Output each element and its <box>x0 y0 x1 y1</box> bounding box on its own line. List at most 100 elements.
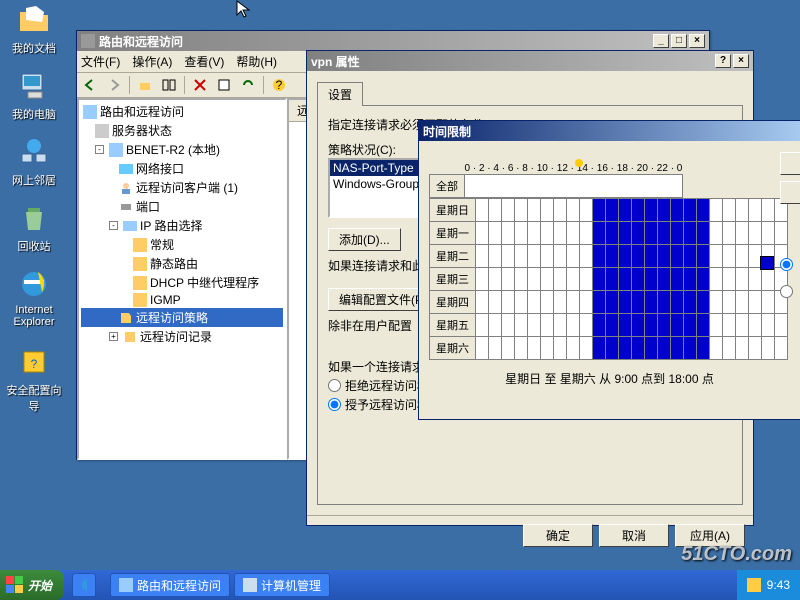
time-cell[interactable] <box>593 199 606 222</box>
time-cell[interactable] <box>723 222 736 245</box>
day-header[interactable]: 星期日 <box>430 199 476 222</box>
time-cell[interactable] <box>645 291 658 314</box>
radio-grant-input[interactable] <box>328 398 341 411</box>
time-cell[interactable] <box>554 245 567 268</box>
desktop-icon-network[interactable]: 网上邻居 <box>4 136 64 188</box>
time-cell[interactable] <box>476 199 489 222</box>
time-cell[interactable] <box>489 222 502 245</box>
time-titlebar[interactable]: 时间限制 <box>419 121 800 141</box>
time-cell[interactable] <box>762 268 775 291</box>
time-cell[interactable] <box>541 268 554 291</box>
time-cell[interactable] <box>476 222 489 245</box>
time-cell[interactable] <box>684 337 697 360</box>
time-cell[interactable] <box>658 291 671 314</box>
refresh-button[interactable] <box>237 75 259 95</box>
up-button[interactable] <box>134 75 156 95</box>
time-cell[interactable] <box>554 199 567 222</box>
time-cell[interactable] <box>697 268 710 291</box>
time-cell[interactable] <box>528 314 541 337</box>
delete-button[interactable] <box>189 75 211 95</box>
day-header[interactable]: 星期二 <box>430 245 476 268</box>
time-cell[interactable] <box>593 222 606 245</box>
time-cell[interactable] <box>762 222 775 245</box>
forward-button[interactable] <box>103 75 125 95</box>
time-cell[interactable] <box>554 337 567 360</box>
system-tray[interactable]: 9:43 <box>737 570 800 600</box>
minimize-button[interactable]: _ <box>653 34 669 48</box>
time-cell[interactable] <box>749 291 762 314</box>
day-header[interactable]: 星期四 <box>430 291 476 314</box>
time-cell[interactable] <box>645 314 658 337</box>
time-cell[interactable] <box>567 291 580 314</box>
time-cell[interactable] <box>502 291 515 314</box>
time-cell[interactable] <box>593 245 606 268</box>
time-cell[interactable] <box>632 268 645 291</box>
tree-static[interactable]: 静态路由 <box>81 254 283 273</box>
time-cell[interactable] <box>736 268 749 291</box>
desktop-icon-ie[interactable]: Internet Explorer <box>4 268 64 328</box>
maximize-button[interactable]: □ <box>671 34 687 48</box>
day-header[interactable]: 星期一 <box>430 222 476 245</box>
time-cell[interactable] <box>736 337 749 360</box>
time-cell[interactable] <box>541 337 554 360</box>
desktop-icon-mycomputer[interactable]: 我的电脑 <box>4 70 64 122</box>
time-cell[interactable] <box>697 199 710 222</box>
menu-view[interactable]: 查看(V) <box>184 53 224 70</box>
time-cell[interactable] <box>762 314 775 337</box>
tree-ports[interactable]: 端口 <box>81 197 283 216</box>
time-cell[interactable] <box>476 291 489 314</box>
time-cell[interactable] <box>580 245 593 268</box>
time-cell[interactable] <box>658 314 671 337</box>
time-cell[interactable] <box>736 291 749 314</box>
time-cell[interactable] <box>710 337 723 360</box>
time-cell[interactable] <box>619 291 632 314</box>
time-cell[interactable] <box>749 199 762 222</box>
time-cell[interactable] <box>528 268 541 291</box>
time-cell[interactable] <box>580 291 593 314</box>
time-cell[interactable] <box>684 222 697 245</box>
time-cell[interactable] <box>541 291 554 314</box>
time-cell[interactable] <box>775 222 788 245</box>
time-cell[interactable] <box>515 337 528 360</box>
time-cell[interactable] <box>515 199 528 222</box>
time-cell[interactable] <box>671 314 684 337</box>
expand-icon[interactable]: + <box>109 332 118 341</box>
desktop-icon-recycle[interactable]: 回收站 <box>4 202 64 254</box>
time-cell[interactable] <box>567 245 580 268</box>
time-cell[interactable] <box>736 245 749 268</box>
cancel-button-partial[interactable]: 取消 <box>780 181 800 204</box>
time-cell[interactable] <box>736 314 749 337</box>
rras-titlebar[interactable]: 路由和远程访问 _ □ × <box>77 31 709 51</box>
desktop-icon-scw[interactable]: ? 安全配置向导 <box>4 346 64 414</box>
time-cell[interactable] <box>658 245 671 268</box>
time-cell[interactable] <box>723 268 736 291</box>
time-cell[interactable] <box>528 337 541 360</box>
time-cell[interactable] <box>515 314 528 337</box>
time-cell[interactable] <box>645 337 658 360</box>
quicklaunch-ie[interactable] <box>72 573 96 597</box>
close-button[interactable]: × <box>689 34 705 48</box>
time-cell[interactable] <box>632 222 645 245</box>
time-cell[interactable] <box>632 291 645 314</box>
time-cell[interactable] <box>567 222 580 245</box>
time-cell[interactable] <box>567 199 580 222</box>
time-cell[interactable] <box>697 314 710 337</box>
time-cell[interactable] <box>606 268 619 291</box>
time-cell[interactable] <box>580 222 593 245</box>
time-cell[interactable] <box>606 222 619 245</box>
show-hide-button[interactable] <box>158 75 180 95</box>
time-cell[interactable] <box>580 314 593 337</box>
menu-action[interactable]: 操作(A) <box>132 53 172 70</box>
time-cell[interactable] <box>541 314 554 337</box>
back-button[interactable] <box>79 75 101 95</box>
tree-ip-routing[interactable]: -IP 路由选择 <box>81 216 283 235</box>
time-cell[interactable] <box>502 268 515 291</box>
time-cell[interactable] <box>658 337 671 360</box>
time-cell[interactable] <box>697 337 710 360</box>
time-cell[interactable] <box>593 268 606 291</box>
time-cell[interactable] <box>710 245 723 268</box>
time-cell[interactable] <box>541 222 554 245</box>
time-cell[interactable] <box>580 199 593 222</box>
desktop-icon-mydocs[interactable]: 我的文档 <box>4 4 64 56</box>
menu-help[interactable]: 帮助(H) <box>236 53 277 70</box>
